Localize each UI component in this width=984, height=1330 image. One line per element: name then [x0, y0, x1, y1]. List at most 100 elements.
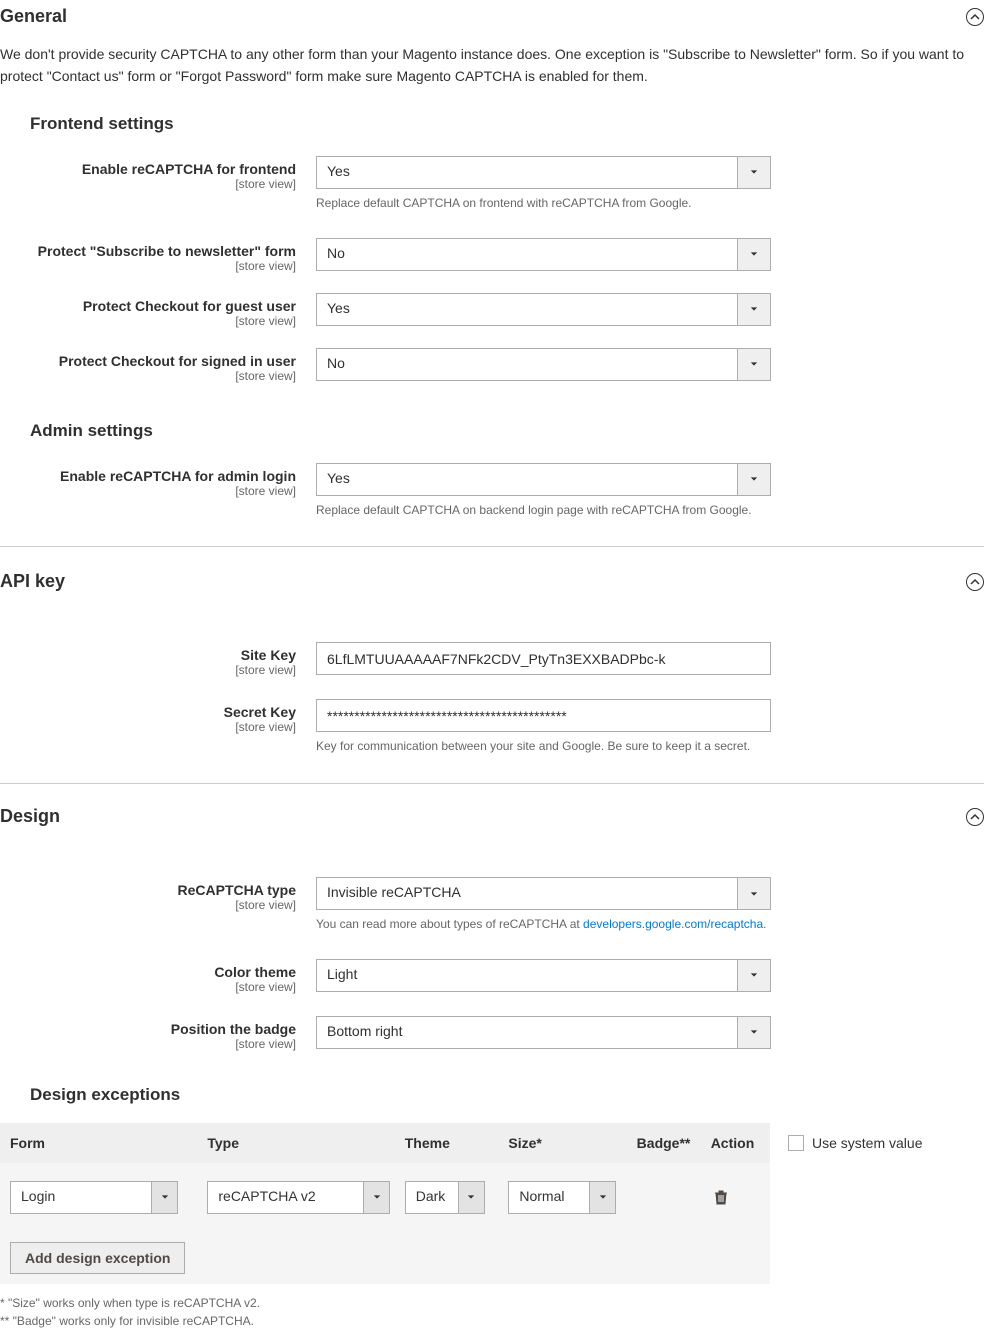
design-title: Design [0, 806, 60, 827]
field-protect-newsletter: Protect "Subscribe to newsletter" form [… [0, 238, 984, 273]
general-title: General [0, 6, 67, 27]
dropdown-icon[interactable] [737, 1017, 770, 1048]
label-color-theme: Color theme [0, 964, 296, 980]
scope-label: [store view] [0, 259, 296, 273]
select-value: Login [11, 1182, 151, 1213]
th-type: Type [207, 1135, 404, 1151]
dropdown-icon[interactable] [737, 464, 770, 495]
scope-label: [store view] [0, 720, 296, 734]
input-secret-key[interactable] [316, 699, 771, 732]
footnote-badge: ** "Badge" works only for invisible reCA… [0, 1312, 984, 1330]
field-position-badge: Position the badge [store view] Bottom r… [0, 1016, 984, 1051]
note-recaptcha-type: You can read more about types of reCAPTC… [316, 916, 771, 933]
th-form: Form [10, 1135, 207, 1151]
label-enable-admin: Enable reCAPTCHA for admin login [0, 468, 296, 484]
scope-label: [store view] [0, 484, 296, 498]
select-value: Yes [317, 294, 737, 325]
select-protect-checkout-guest[interactable]: Yes [316, 293, 771, 326]
select-value: Normal [509, 1182, 589, 1213]
frontend-settings-title: Frontend settings [0, 114, 984, 134]
select-value: Light [317, 960, 737, 991]
collapse-up-icon[interactable] [966, 808, 984, 826]
select-enable-admin[interactable]: Yes [316, 463, 771, 496]
field-recaptcha-type: ReCAPTCHA type [store view] Invisible re… [0, 877, 984, 933]
dropdown-icon[interactable] [737, 294, 770, 325]
dropdown-icon[interactable] [151, 1182, 177, 1213]
select-exception-type[interactable]: reCAPTCHA v2 [207, 1181, 390, 1214]
field-enable-admin: Enable reCAPTCHA for admin login [store … [0, 463, 984, 519]
field-protect-checkout-guest: Protect Checkout for guest user [store v… [0, 293, 984, 328]
select-value: Dark [406, 1182, 458, 1213]
label-position-badge: Position the badge [0, 1021, 296, 1037]
dropdown-icon[interactable] [737, 960, 770, 991]
table-header-row: Form Type Theme Size* Badge** Action [0, 1123, 770, 1163]
select-value: Invisible reCAPTCHA [317, 878, 737, 909]
add-design-exception-button[interactable]: Add design exception [10, 1242, 185, 1274]
select-exception-theme[interactable]: Dark [405, 1181, 485, 1214]
label-secret-key: Secret Key [0, 704, 296, 720]
scope-label: [store view] [0, 663, 296, 677]
dropdown-icon[interactable] [737, 239, 770, 270]
select-position-badge[interactable]: Bottom right [316, 1016, 771, 1049]
collapse-up-icon[interactable] [966, 8, 984, 26]
design-exceptions-title: Design exceptions [0, 1085, 984, 1105]
input-site-key[interactable] [316, 642, 771, 675]
dropdown-icon[interactable] [363, 1182, 389, 1213]
use-system-value-label: Use system value [812, 1135, 922, 1151]
general-description: We don't provide security CAPTCHA to any… [0, 33, 984, 114]
select-value: No [317, 349, 737, 380]
scope-label: [store view] [0, 1037, 296, 1051]
select-protect-newsletter[interactable]: No [316, 238, 771, 271]
use-system-value-checkbox[interactable] [788, 1135, 804, 1151]
select-value: Yes [317, 157, 737, 188]
scope-label: [store view] [0, 314, 296, 328]
api-title: API key [0, 571, 65, 592]
select-protect-checkout-signed[interactable]: No [316, 348, 771, 381]
note-enable-admin: Replace default CAPTCHA on backend login… [316, 502, 771, 519]
scope-label: [store view] [0, 980, 296, 994]
dropdown-icon[interactable] [737, 349, 770, 380]
design-exceptions-table: Form Type Theme Size* Badge** Action Log… [0, 1123, 770, 1284]
field-secret-key: Secret Key [store view] Key for communic… [0, 699, 984, 755]
label-protect-newsletter: Protect "Subscribe to newsletter" form [0, 243, 296, 259]
note-secret-key: Key for communication between your site … [316, 738, 771, 755]
design-section-header[interactable]: Design [0, 784, 984, 833]
select-value: reCAPTCHA v2 [208, 1182, 363, 1213]
field-site-key: Site Key [store view] [0, 642, 984, 677]
select-value: No [317, 239, 737, 270]
label-protect-checkout-signed: Protect Checkout for signed in user [0, 353, 296, 369]
scope-label: [store view] [0, 898, 296, 912]
recaptcha-docs-link[interactable]: developers.google.com/recaptcha [583, 917, 763, 931]
label-protect-checkout-guest: Protect Checkout for guest user [0, 298, 296, 314]
scope-label: [store view] [0, 369, 296, 383]
collapse-up-icon[interactable] [966, 573, 984, 591]
th-size: Size* [508, 1135, 636, 1151]
field-enable-frontend: Enable reCAPTCHA for frontend [store vie… [0, 156, 984, 212]
select-value: Bottom right [317, 1017, 737, 1048]
footnote-size: * "Size" works only when type is reCAPTC… [0, 1294, 984, 1312]
use-system-value-row: Use system value [770, 1123, 922, 1151]
dropdown-icon[interactable] [589, 1182, 615, 1213]
select-color-theme[interactable]: Light [316, 959, 771, 992]
dropdown-icon[interactable] [458, 1182, 484, 1213]
label-recaptcha-type: ReCAPTCHA type [0, 882, 296, 898]
select-exception-size[interactable]: Normal [508, 1181, 616, 1214]
field-color-theme: Color theme [store view] Light [0, 959, 984, 994]
select-exception-form[interactable]: Login [10, 1181, 178, 1214]
select-enable-frontend[interactable]: Yes [316, 156, 771, 189]
label-site-key: Site Key [0, 647, 296, 663]
dropdown-icon[interactable] [737, 878, 770, 909]
select-value: Yes [317, 464, 737, 495]
footnotes: * "Size" works only when type is reCAPTC… [0, 1294, 984, 1330]
th-action: Action [711, 1135, 760, 1151]
general-section-header[interactable]: General [0, 0, 984, 33]
th-theme: Theme [405, 1135, 509, 1151]
field-protect-checkout-signed: Protect Checkout for signed in user [sto… [0, 348, 984, 383]
select-recaptcha-type[interactable]: Invisible reCAPTCHA [316, 877, 771, 910]
scope-label: [store view] [0, 177, 296, 191]
admin-settings-title: Admin settings [0, 421, 984, 441]
trash-icon[interactable] [711, 1187, 731, 1207]
dropdown-icon[interactable] [737, 157, 770, 188]
api-section-header[interactable]: API key [0, 547, 984, 598]
th-badge: Badge** [637, 1135, 711, 1151]
